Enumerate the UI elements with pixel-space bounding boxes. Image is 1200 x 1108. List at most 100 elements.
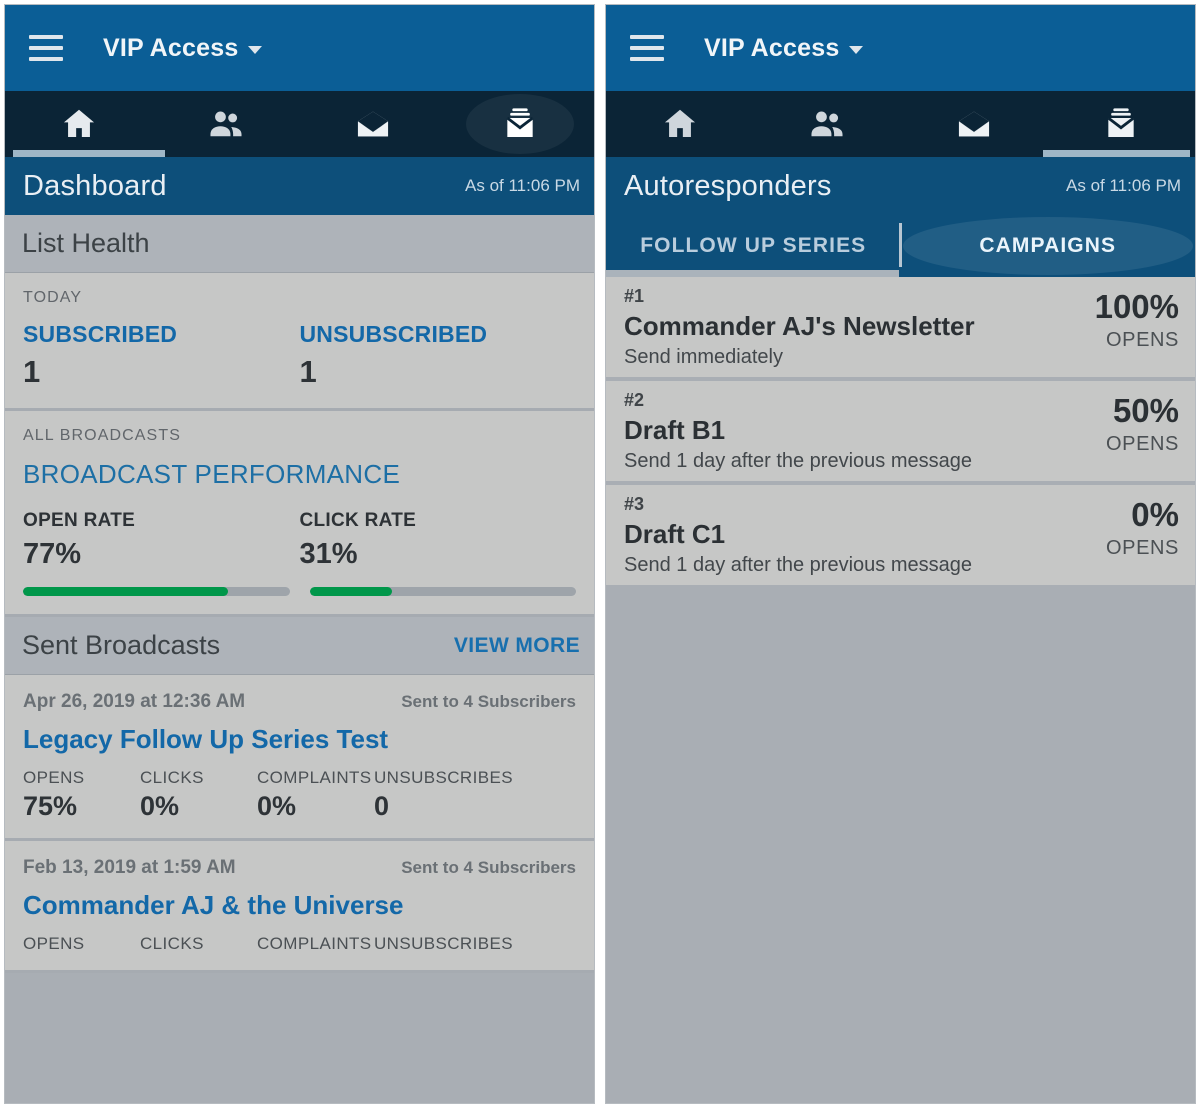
people-icon: [806, 105, 848, 143]
right-phone-panel: VIP Access Autoresponders As of 11:06 PM…: [605, 4, 1196, 1104]
nav-item-home[interactable]: [606, 91, 753, 157]
tab-campaigns[interactable]: CAMPAIGNS: [901, 215, 1196, 277]
campaign-schedule: Send 1 day after the previous message: [624, 450, 972, 472]
open-rate-progress: [23, 587, 290, 596]
stat-unsubscribed: UNSUBSCRIBED 1: [300, 321, 577, 390]
hamburger-icon[interactable]: [29, 35, 63, 61]
broadcast-list-item[interactable]: Apr 26, 2019 at 12:36 AM Sent to 4 Subsc…: [5, 675, 594, 841]
broadcast-stats: OPENS 75% CLICKS 0% COMPLAINTS 0% UNSUBS…: [23, 768, 576, 822]
stat-label: CLICK RATE: [299, 510, 417, 531]
broadcast-stat-clicks: CLICKS 0%: [140, 768, 257, 822]
sent-broadcasts-section-header: Sent Broadcasts VIEW MORE: [5, 617, 594, 675]
nav-item-broadcasts[interactable]: [300, 91, 447, 157]
campaign-list: #1 Commander AJ's Newsletter Send immedi…: [606, 277, 1195, 589]
broadcast-date: Feb 13, 2019 at 1:59 AM: [23, 857, 236, 878]
right-icon-nav: [606, 91, 1195, 157]
stat-value: 77%: [23, 538, 82, 570]
campaign-name: Draft B1: [624, 415, 726, 445]
stat-label: OPEN RATE: [23, 510, 136, 531]
view-more-link[interactable]: VIEW MORE: [454, 634, 580, 658]
stat-value: 0%: [140, 791, 180, 821]
stat-value: 1: [23, 354, 41, 389]
brand-label: VIP Access: [704, 33, 840, 62]
nav-item-subscribers[interactable]: [152, 91, 299, 157]
home-icon: [660, 105, 700, 143]
broadcast-stat-unsubscribes: UNSUBSCRIBES 0: [374, 768, 513, 822]
tab-follow-up-series[interactable]: FOLLOW UP SERIES: [606, 215, 901, 277]
section-title: Sent Broadcasts: [22, 630, 221, 660]
campaign-open-percent: 50%: [1112, 392, 1179, 429]
nav-item-autoresponders[interactable]: [447, 91, 594, 157]
broadcast-list-item[interactable]: Feb 13, 2019 at 1:59 AM Sent to 4 Subscr…: [5, 841, 594, 973]
campaign-open-percent: 0%: [1131, 496, 1179, 533]
tab-label: FOLLOW UP SERIES: [640, 234, 867, 257]
account-switcher[interactable]: VIP Access: [704, 33, 864, 63]
broadcast-performance-kicker: ALL BROADCASTS: [23, 427, 181, 444]
mail-open-icon: [352, 105, 394, 143]
page-title: Dashboard: [23, 169, 167, 202]
campaign-list-item[interactable]: #3 Draft C1 Send 1 day after the previou…: [606, 485, 1195, 589]
stat-open-rate: OPEN RATE 77%: [23, 510, 300, 571]
list-health-section-header: List Health: [5, 215, 594, 273]
campaign-schedule: Send 1 day after the previous message: [624, 554, 972, 576]
stat-label: CLICKS: [140, 934, 204, 953]
campaign-list-item[interactable]: #2 Draft B1 Send 1 day after the previou…: [606, 381, 1195, 485]
stat-click-rate: CLICK RATE 31%: [300, 510, 577, 571]
as-of-timestamp: As of 11:06 PM: [1066, 176, 1181, 195]
caret-down-icon: [248, 46, 263, 54]
drafts-stack-icon: [500, 104, 540, 144]
stat-value: 75%: [23, 791, 78, 821]
nav-item-broadcasts[interactable]: [901, 91, 1048, 157]
stat-value: 0: [374, 791, 390, 821]
stat-label: COMPLAINTS: [257, 934, 372, 953]
section-title: List Health: [22, 228, 150, 258]
broadcast-stat-opens: OPENS 75%: [23, 768, 140, 822]
campaign-schedule: Send immediately: [624, 346, 783, 368]
stat-value: 1: [299, 354, 317, 389]
broadcast-title[interactable]: Commander AJ & the Universe: [23, 890, 576, 921]
left-icon-nav: [5, 91, 594, 157]
brand-label: VIP Access: [103, 33, 239, 62]
nav-item-autoresponders[interactable]: [1048, 91, 1195, 157]
broadcast-stat-clicks: CLICKS: [140, 934, 257, 954]
nav-item-subscribers[interactable]: [753, 91, 900, 157]
stat-value: 0%: [257, 791, 297, 821]
broadcast-title[interactable]: Legacy Follow Up Series Test: [23, 724, 576, 755]
broadcast-meta: Apr 26, 2019 at 12:36 AM Sent to 4 Subsc…: [23, 691, 576, 713]
mail-open-icon: [953, 105, 995, 143]
stat-label: UNSUBSCRIBED: [299, 321, 488, 347]
campaign-number: #1: [624, 286, 645, 306]
broadcast-sent-to: Sent to 4 Subscribers: [401, 858, 576, 877]
account-switcher[interactable]: VIP Access: [103, 33, 263, 63]
stat-label: OPENS: [23, 934, 85, 953]
list-health-card: TODAY SUBSCRIBED 1 UNSUBSCRIBED 1: [5, 273, 594, 411]
stat-label: CLICKS: [140, 768, 204, 787]
hamburger-icon[interactable]: [630, 35, 664, 61]
campaign-list-item[interactable]: #1 Commander AJ's Newsletter Send immedi…: [606, 277, 1195, 381]
tab-divider: [899, 223, 902, 267]
progress-bars: [23, 587, 576, 596]
right-app-bar: VIP Access: [606, 5, 1195, 91]
broadcast-performance-stats: OPEN RATE 77% CLICK RATE 31%: [23, 510, 576, 571]
campaign-metric-label: OPENS: [1105, 433, 1179, 455]
as-of-timestamp: As of 11:06 PM: [465, 176, 580, 195]
stat-subscribed: SUBSCRIBED 1: [23, 321, 300, 390]
nav-active-indicator: [13, 150, 165, 157]
nav-item-home[interactable]: [5, 91, 152, 157]
tab-label: CAMPAIGNS: [979, 234, 1117, 257]
broadcast-performance-card: ALL BROADCASTS BROADCAST PERFORMANCE OPE…: [5, 411, 594, 617]
broadcast-meta: Feb 13, 2019 at 1:59 AM Sent to 4 Subscr…: [23, 857, 576, 879]
campaign-metric-label: OPENS: [1105, 537, 1179, 559]
home-icon: [59, 105, 99, 143]
left-page-title-band: Dashboard As of 11:06 PM: [5, 157, 594, 215]
campaign-open-percent: 100%: [1094, 288, 1179, 325]
open-rate-progress-fill: [23, 587, 229, 596]
broadcast-sent-to: Sent to 4 Subscribers: [401, 692, 576, 711]
nav-active-indicator: [1043, 150, 1190, 157]
right-page-title-band: Autoresponders As of 11:06 PM: [606, 157, 1195, 215]
stat-label: UNSUBSCRIBES: [374, 934, 513, 953]
click-rate-progress: [309, 587, 576, 596]
broadcast-performance-heading: BROADCAST PERFORMANCE: [23, 459, 401, 489]
campaign-metric-label: OPENS: [1105, 329, 1179, 351]
broadcast-stat-complaints: COMPLAINTS: [257, 934, 374, 954]
